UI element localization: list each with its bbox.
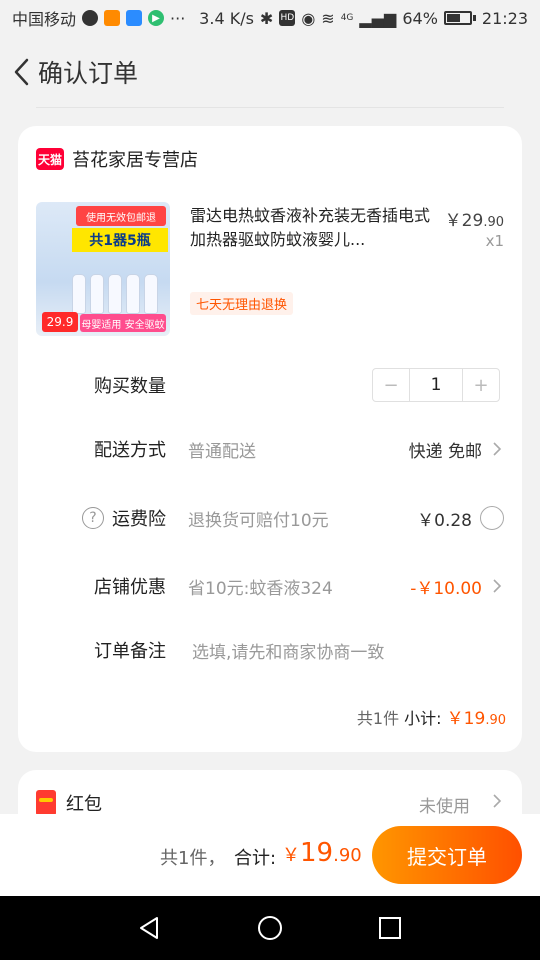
nav-home-button[interactable] (250, 908, 290, 948)
app-notification-icon (104, 10, 121, 26)
increment-button[interactable]: + (463, 369, 499, 401)
discount-label: 店铺优惠 (94, 577, 166, 598)
circle-home-icon (258, 916, 282, 940)
page-header: 确认订单 (0, 36, 540, 108)
nav-recents-button[interactable] (370, 908, 410, 948)
bluetooth-icon: ✱ (259, 8, 274, 28)
status-left: 中国移动 ▶ ··· (12, 6, 185, 30)
delivery-method: 普通配送 (188, 441, 256, 462)
thumb-badge: 使用无效包邮退 (76, 206, 166, 226)
delivery-row[interactable]: 配送方式 普通配送 快递 免邮 (18, 429, 522, 469)
bottle-graphic (144, 274, 158, 314)
thumb-strip: 母婴适用 安全驱蚊 (80, 314, 166, 332)
delivery-value: 快递 免邮 (408, 441, 482, 462)
bottle-graphic (90, 274, 104, 314)
signal-icon: ▂▄▆ (359, 8, 397, 28)
page-title: 确认订单 (38, 59, 139, 88)
status-right: 3.4 K/s ✱ HD ◉ ≋ 4G ▂▄▆ 64% 21:23 (199, 9, 528, 28)
tmall-logo: 天猫 (36, 148, 64, 170)
carrier-label: 中国移动 (12, 10, 77, 29)
thumb-headline: 共1器5瓶 (72, 228, 168, 252)
subtotal: 共1件 小计: ￥19.90 (357, 704, 506, 729)
note-label: 订单备注 (94, 641, 166, 662)
insurance-description: 退换货可赔付10元 (188, 510, 329, 531)
subtotal-currency: ￥ (446, 709, 464, 729)
eye-icon: ◉ (301, 8, 316, 28)
insurance-price: ￥0.28 (417, 510, 472, 531)
product-price-decimal: .90 (483, 215, 504, 230)
nav-back-button[interactable] (130, 908, 170, 948)
help-icon[interactable]: ? (82, 507, 104, 529)
order-card: 天猫 苔花家居专营店 使用无效包邮退 共1器5瓶 29.9 母婴适用 安全驱蚊 … (18, 126, 522, 752)
delivery-label: 配送方式 (94, 440, 166, 461)
total-main: 19 (300, 838, 334, 868)
app-notification-icon (126, 10, 143, 26)
quantity-stepper: − 1 + (372, 368, 500, 402)
decrement-button[interactable]: − (373, 369, 409, 401)
chevron-right-icon (493, 442, 502, 456)
app-notification-icon (82, 10, 99, 26)
total-amount: ￥19.90 (282, 838, 362, 868)
header-divider (36, 107, 504, 108)
shop-discount-row[interactable]: 店铺优惠 省10元:蚊香液324 -￥10.00 (18, 566, 522, 606)
triangle-back-icon (140, 917, 158, 939)
navigation-bar (0, 896, 540, 960)
discount-value: -￥10.00 (410, 578, 482, 599)
hd-icon: HD (279, 10, 296, 26)
return-policy-tag: 七天无理由退换 (190, 292, 294, 315)
product-quantity: x1 (485, 232, 504, 250)
order-note-row: 订单备注 选填,请先和商家协商一致 (18, 630, 522, 670)
red-packet-label: 红包 (66, 794, 102, 815)
subtotal-amount: ￥19.90 (447, 709, 506, 729)
product-image[interactable]: 使用无效包邮退 共1器5瓶 29.9 母婴适用 安全驱蚊 (36, 202, 170, 336)
clock: 21:23 (481, 8, 528, 28)
product-price-main: ￥29 (444, 211, 484, 231)
insurance-row: ? 运费险 退换货可赔付10元 ￥0.28 (18, 498, 522, 538)
status-bar: 中国移动 ▶ ··· 3.4 K/s ✱ HD ◉ ≋ 4G ▂▄▆ 64% 2… (0, 0, 540, 36)
subtotal-count: 共1件 (356, 709, 400, 728)
thumb-price: 29.9 (42, 312, 78, 332)
chevron-right-icon (493, 579, 502, 593)
quantity-label: 购买数量 (94, 376, 166, 397)
note-input[interactable]: 选填,请先和商家协商一致 (192, 638, 384, 663)
insurance-radio[interactable] (480, 506, 504, 530)
wifi-icon: ≋ (321, 8, 335, 28)
chevron-right-icon (493, 794, 502, 808)
submit-order-button[interactable]: 提交订单 (372, 826, 522, 884)
subtotal-main: 19 (463, 709, 486, 729)
total-count: 共1件， (160, 848, 226, 869)
shop-name: 苔花家居专营店 (72, 150, 198, 171)
product-price: ￥29.90 (445, 206, 504, 231)
total-label: 合计: (234, 848, 277, 869)
net-speed: 3.4 K/s (199, 8, 254, 28)
subtotal-decimal: .90 (485, 713, 506, 728)
total-decimal: .90 (333, 845, 362, 866)
square-recents-icon (379, 917, 401, 939)
product-title[interactable]: 雷达电热蚊香液补充装无香插电式加热器驱蚊防蚊液婴儿... (190, 204, 436, 252)
back-arrow-icon (14, 58, 29, 86)
back-button[interactable] (2, 52, 42, 92)
play-icon: ▶ (148, 10, 165, 26)
red-packet-icon (36, 790, 56, 816)
more-notifications-icon: ··· (170, 8, 186, 28)
shop-row[interactable]: 天猫 苔花家居专营店 (36, 146, 198, 172)
battery-icon (443, 11, 476, 25)
insurance-label: 运费险 (112, 509, 166, 530)
discount-description: 省10元:蚊香液324 (188, 578, 333, 599)
bottle-graphic (126, 274, 140, 314)
bottle-graphic (72, 274, 86, 314)
quantity-value[interactable]: 1 (409, 369, 463, 401)
submit-bar: 共1件， 合计: ￥19.90 提交订单 (0, 814, 540, 896)
network-type: 4G (340, 13, 354, 23)
bottle-graphic (108, 274, 122, 314)
subtotal-label: 小计: (404, 709, 442, 728)
total-currency: ￥ (282, 845, 300, 866)
battery-percent: 64% (402, 8, 438, 28)
